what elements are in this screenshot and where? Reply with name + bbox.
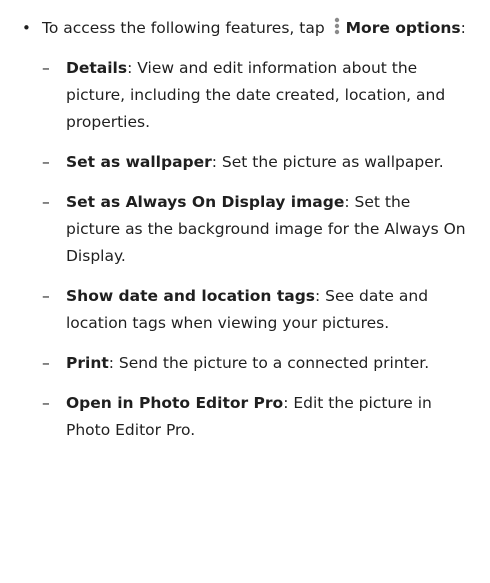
list-item: – Open in Photo Editor Pro: Edit the pic… [16, 390, 474, 444]
dash-marker: – [42, 193, 50, 211]
bullet-marker: • [22, 19, 31, 37]
list-item: – Details: View and edit information abo… [16, 55, 474, 136]
intro-paragraph: • To access the following features, tap … [16, 14, 474, 43]
item-term: Print [66, 354, 109, 372]
item-term: Show date and location tags [66, 287, 316, 305]
document-page: • To access the following features, tap … [0, 0, 490, 583]
item-term: Open in Photo Editor Pro [66, 394, 284, 412]
list-item: – Print: Send the picture to a connected… [16, 350, 474, 377]
dash-marker: – [42, 287, 50, 305]
item-description: : Send the picture to a connected printe… [108, 354, 430, 372]
dash-marker: – [42, 59, 50, 77]
intro-colon: : [460, 19, 466, 37]
item-term: Set as wallpaper [66, 153, 212, 171]
list-item: – Set as Always On Display image: Set th… [16, 189, 474, 270]
more-options-icon [334, 17, 340, 35]
feature-list: – Details: View and edit information abo… [16, 55, 474, 444]
item-term: Set as Always On Display image [66, 193, 345, 211]
intro-term: More options [345, 19, 461, 37]
intro-text: To access the following features, tap [42, 19, 325, 37]
item-term: Details [66, 59, 128, 77]
list-item: – Show date and location tags: See date … [16, 283, 474, 337]
list-item: – Set as wallpaper: Set the picture as w… [16, 149, 474, 176]
dash-marker: – [42, 394, 50, 412]
dash-marker: – [42, 354, 50, 372]
item-description: : Set the picture as wallpaper. [211, 153, 444, 171]
dash-marker: – [42, 153, 50, 171]
